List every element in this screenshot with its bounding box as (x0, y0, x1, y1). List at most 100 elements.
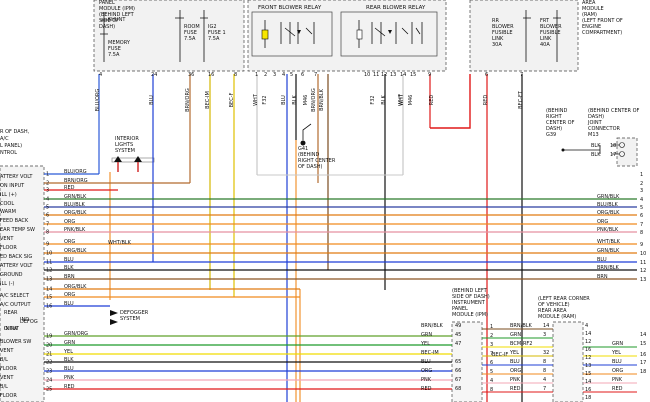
defogger-arrow-2 (110, 319, 118, 325)
org-run (109, 140, 301, 402)
top-pin: 13 (390, 72, 396, 78)
left-pin: 7 (46, 222, 49, 228)
far-right-pin: 14 (585, 331, 591, 337)
top-pin: 16 (208, 72, 214, 78)
vertical-wire-label: WHT (253, 93, 259, 106)
wire-label: BLU (64, 257, 74, 263)
top-label: 30A (492, 42, 502, 48)
far-right-label: PNK (612, 377, 623, 383)
wire-label: ORG/BLK (64, 210, 87, 216)
mid-pin: 1 (490, 324, 493, 330)
vertical-wire-label: RED (429, 95, 435, 106)
rear-relay-coil (356, 29, 363, 40)
red-loop (430, 74, 471, 129)
left-pin: 22 (46, 360, 52, 366)
right-pin: 16 (640, 352, 646, 358)
right-pin: 8 (640, 230, 643, 236)
top-pin: 3 (273, 72, 276, 78)
ipm-row-label: YEL (420, 341, 430, 347)
panel-label: FLOOR (0, 366, 17, 372)
top-pin: 15 (410, 72, 416, 78)
far-right-label: GRN (612, 341, 623, 347)
left-pin: 12 (46, 268, 52, 274)
top-pin: 7 (314, 72, 317, 78)
far-right-label: RED (612, 386, 623, 392)
wire-label: BLU/ORG (64, 169, 87, 175)
vertical-wire-label: BRN/ORG (185, 88, 191, 112)
vertical-wire-label: BLK (292, 95, 298, 105)
wire-right-label: PNK/BLK (597, 227, 619, 233)
left-pin: 3 (46, 188, 49, 194)
wire-right-label: BRN (597, 274, 608, 280)
ipm-row-pin: 45 (455, 332, 461, 338)
left-pin: 15 (46, 295, 52, 301)
wire-label: ORG/BLK (64, 284, 87, 290)
top-pin: 2 (264, 72, 267, 78)
wire-label: BLU (64, 301, 74, 307)
ipm-row-pin: 49 (455, 323, 461, 329)
interior-lights-arrows (114, 156, 142, 172)
top-pin: 24 (151, 72, 157, 78)
ipm-row-pin: 68 (455, 386, 461, 392)
ram-row-pin: 3 (543, 332, 546, 338)
vertical-wire-label: F32 (262, 95, 268, 104)
panel-label: ILL (+) (0, 192, 17, 198)
left-pin: 19 (46, 334, 52, 340)
ipm-row-label: BRN/BLK (421, 323, 444, 329)
panel-label: GROUND (0, 272, 23, 278)
panel-label: REAR (4, 310, 18, 316)
ipm-row-pin: 66 (455, 368, 461, 374)
ram-row-label: PNK (510, 377, 521, 383)
vertical-wire-label: BEC-IM (205, 91, 211, 109)
top-label: 40A (540, 42, 550, 48)
top-label: 7.5A (108, 52, 120, 58)
top-pin: 6 (301, 72, 304, 78)
schematic-svg: PANELMODULE (IPM)(BEHIND LEFTSIDE OFDASH… (0, 0, 646, 402)
panel-label: WARM (0, 209, 16, 215)
horizontal-wires (44, 173, 637, 393)
left-pin: 13 (46, 277, 52, 283)
panel-label: ON INPUT (0, 183, 25, 189)
ground-label: OF DASH) (298, 164, 323, 170)
far-right-pin: 16 (585, 347, 591, 353)
top-pin: 4 (99, 72, 102, 78)
top-label: DASH) (99, 24, 115, 30)
ipm-row-label: BEC-IM (421, 350, 439, 356)
ram-fuse-box (469, 0, 579, 72)
panel-label: B/L (0, 384, 8, 390)
far-right-pin: 4 (585, 323, 588, 329)
ram-row-label: ORG (510, 368, 521, 374)
panel-label: ATTERY VOLT (0, 174, 33, 180)
panel-label: R OF DASH, (0, 129, 30, 135)
wire-right-label: ORG/BLK (597, 210, 620, 216)
panel-label: DEFOG (20, 319, 38, 325)
ram-row-pin: 32 (543, 350, 549, 356)
wire-label: GRN (64, 340, 75, 346)
vertical-wire-label: BLK (381, 95, 387, 105)
top-pin: 5 (290, 72, 293, 78)
vertical-wire-label: BLU/ORG (95, 89, 101, 112)
right-pin: 15 (640, 341, 646, 347)
g39-label: G39 (546, 132, 556, 138)
panel-label: A/C (0, 136, 9, 142)
far-right-pin: 12 (585, 355, 591, 361)
panel-label: ED BACK SIG (0, 254, 32, 260)
right-pin: 13 (640, 277, 646, 283)
left-pin: 1 (46, 172, 49, 178)
wire-label: BLU (64, 366, 74, 372)
left-pin: 25 (46, 387, 52, 393)
ipm-row-pin: 47 (455, 341, 461, 347)
ram-row-pin: 7 (543, 386, 546, 392)
right-pin: 14 (640, 332, 646, 338)
left-pin: 9 (46, 242, 49, 248)
panel-label: EAR TEMP SW (0, 227, 35, 233)
left-pin: 16 (46, 304, 52, 310)
panel-label: FLOOR (0, 393, 17, 399)
top-pin: 9 (428, 72, 431, 78)
wire-right-label: WHT/BLK (597, 239, 621, 245)
left-pin: 8 (46, 230, 49, 236)
ground-symbol (300, 123, 312, 146)
ram-row-label: BCM-RF2 (510, 341, 532, 347)
ipm-row-label: ORG (421, 368, 432, 374)
top-label: COMPARTMENT) (582, 30, 622, 36)
